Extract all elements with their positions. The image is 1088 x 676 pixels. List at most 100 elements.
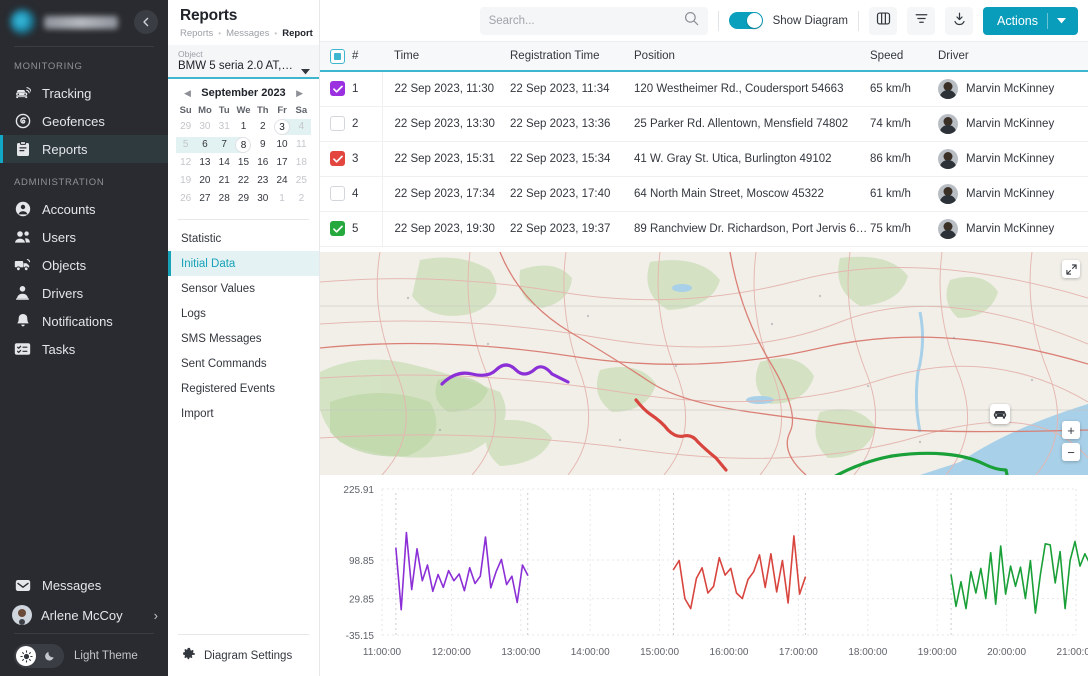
calendar-day-26[interactable]: 26 <box>176 191 195 207</box>
row-checkbox[interactable] <box>330 81 345 96</box>
row-checkbox[interactable] <box>330 151 345 166</box>
search-icon[interactable] <box>684 11 699 31</box>
calendar-day-4[interactable]: 4 <box>292 119 311 135</box>
report-tab-registered-events[interactable]: Registered Events <box>168 376 319 401</box>
table-row[interactable]: 122 Sep 2023, 11:3022 Sep 2023, 11:34120… <box>320 71 1088 106</box>
row-checkbox[interactable] <box>330 186 345 201</box>
calendar-day-1[interactable]: 1 <box>272 191 291 207</box>
table-header-speed[interactable]: Speed <box>870 42 938 71</box>
calendar-day-6[interactable]: 6 <box>195 137 214 153</box>
report-tab-list[interactable]: StatisticInitial DataSensor ValuesLogsSM… <box>168 220 319 426</box>
calendar-day-1[interactable]: 1 <box>234 119 253 135</box>
calendar-day-15[interactable]: 15 <box>234 155 253 171</box>
row-checkbox[interactable] <box>330 116 345 131</box>
calendar-day-2[interactable]: 2 <box>292 191 311 207</box>
table-header-time[interactable]: Time <box>382 42 510 71</box>
calendar-day-30[interactable]: 30 <box>253 191 272 207</box>
vehicle-marker[interactable] <box>990 404 1010 424</box>
sidebar-item-geofences[interactable]: Geofences <box>0 107 168 135</box>
actions-button[interactable]: Actions <box>983 7 1078 35</box>
series-line-segment-1[interactable] <box>396 533 528 610</box>
table-row[interactable]: 522 Sep 2023, 19:3022 Sep 2023, 19:3789 … <box>320 211 1088 246</box>
calendar-day-8[interactable]: 8 <box>234 137 253 153</box>
show-diagram-toggle[interactable] <box>729 12 763 29</box>
calendar-day-24[interactable]: 24 <box>272 173 291 189</box>
calendar-day-17[interactable]: 17 <box>272 155 291 171</box>
table-header-position[interactable]: Position <box>634 42 870 71</box>
calendar-day-20[interactable]: 20 <box>195 173 214 189</box>
sidebar-item-notifications[interactable]: Notifications <box>0 307 168 335</box>
row-checkbox[interactable] <box>330 221 345 236</box>
calendar-day-31[interactable]: 31 <box>215 119 234 135</box>
calendar-day-19[interactable]: 19 <box>176 173 195 189</box>
table-header-driver[interactable]: Driver <box>938 42 1088 71</box>
object-select[interactable]: Object BMW 5 seria 2.0 AT, 2... <box>168 45 319 79</box>
download-button[interactable] <box>945 7 973 35</box>
sidebar-user-profile[interactable]: Arlene McCoy › <box>0 599 168 631</box>
calendar-day-23[interactable]: 23 <box>253 173 272 189</box>
calendar-days-grid[interactable]: 2930311234567891011121314151617181920212… <box>176 119 311 207</box>
calendar-day-16[interactable]: 16 <box>253 155 272 171</box>
calendar-day-7[interactable]: 7 <box>215 137 234 153</box>
table-header-index[interactable]: # <box>352 42 382 71</box>
calendar-day-30[interactable]: 30 <box>195 119 214 135</box>
calendar-day-21[interactable]: 21 <box>215 173 234 189</box>
calendar-next-button[interactable]: ▶ <box>294 88 305 99</box>
report-tab-sms-messages[interactable]: SMS Messages <box>168 326 319 351</box>
map[interactable]: + − <box>320 252 1088 475</box>
calendar-day-25[interactable]: 25 <box>292 173 311 189</box>
breadcrumb-item-messages[interactable]: Messages <box>226 28 269 39</box>
calendar-day-3[interactable]: 3 <box>272 119 291 135</box>
select-all-checkbox[interactable] <box>330 49 345 64</box>
calendar-prev-button[interactable]: ◀ <box>182 88 193 99</box>
sidebar-item-tasks[interactable]: Tasks <box>0 335 168 363</box>
map-fullscreen-button[interactable] <box>1062 260 1080 278</box>
search-input[interactable] <box>489 15 678 27</box>
calendar-day-28[interactable]: 28 <box>215 191 234 207</box>
calendar-day-18[interactable]: 18 <box>292 155 311 171</box>
series-line-segment-2[interactable] <box>674 536 806 609</box>
calendar-day-13[interactable]: 13 <box>195 155 214 171</box>
calendar-day-22[interactable]: 22 <box>234 173 253 189</box>
sidebar-item-accounts[interactable]: Accounts <box>0 195 168 223</box>
calendar-day-9[interactable]: 9 <box>253 137 272 153</box>
sidebar-item-reports[interactable]: Reports <box>0 135 168 163</box>
calendar-day-5[interactable]: 5 <box>176 137 195 153</box>
filter-button[interactable] <box>907 7 935 35</box>
report-tab-statistic[interactable]: Statistic <box>168 226 319 251</box>
calendar-day-11[interactable]: 11 <box>292 137 311 153</box>
report-tab-sensor-values[interactable]: Sensor Values <box>168 276 319 301</box>
calendar-day-12[interactable]: 12 <box>176 155 195 171</box>
sidebar-item-messages[interactable]: Messages <box>0 571 168 599</box>
sidebar-item-users[interactable]: Users <box>0 223 168 251</box>
calendar-day-2[interactable]: 2 <box>253 119 272 135</box>
map-zoom-in-button[interactable]: + <box>1062 421 1080 439</box>
sidebar-collapse-button[interactable] <box>134 10 158 34</box>
table-row[interactable]: 322 Sep 2023, 15:3122 Sep 2023, 15:3441 … <box>320 141 1088 176</box>
sidebar-item-tracking[interactable]: Tracking <box>0 79 168 107</box>
report-tab-import[interactable]: Import <box>168 401 319 426</box>
sidebar-item-objects[interactable]: Objects <box>0 251 168 279</box>
report-tab-logs[interactable]: Logs <box>168 301 319 326</box>
report-tab-initial-data[interactable]: Initial Data <box>168 251 319 276</box>
report-tab-sent-commands[interactable]: Sent Commands <box>168 351 319 376</box>
calendar-day-29[interactable]: 29 <box>176 119 195 135</box>
chevron-down-icon[interactable] <box>1057 18 1078 24</box>
sidebar-item-drivers[interactable]: Drivers <box>0 279 168 307</box>
diagram-settings-button[interactable]: Diagram Settings <box>168 635 319 664</box>
table-row[interactable]: 222 Sep 2023, 13:3022 Sep 2023, 13:3625 … <box>320 106 1088 141</box>
calendar-day-29[interactable]: 29 <box>234 191 253 207</box>
calendar-day-27[interactable]: 27 <box>195 191 214 207</box>
search-box[interactable] <box>480 7 708 35</box>
series-line-segment-3[interactable] <box>951 542 1088 614</box>
breadcrumb-item-reports[interactable]: Reports <box>180 28 213 39</box>
theme-toggle[interactable] <box>14 644 64 668</box>
map-zoom-controls[interactable]: + − <box>1062 421 1080 461</box>
calendar-day-14[interactable]: 14 <box>215 155 234 171</box>
theme-switcher[interactable]: Light Theme <box>0 634 168 668</box>
date-range-calendar[interactable]: ◀ September 2023 ▶ SuMoTuWeThFrSa 293031… <box>168 79 319 211</box>
table-row[interactable]: 422 Sep 2023, 17:3422 Sep 2023, 17:4064 … <box>320 176 1088 211</box>
calendar-day-10[interactable]: 10 <box>272 137 291 153</box>
table-header-registration-time[interactable]: Registration Time <box>510 42 634 71</box>
map-zoom-out-button[interactable]: − <box>1062 443 1080 461</box>
